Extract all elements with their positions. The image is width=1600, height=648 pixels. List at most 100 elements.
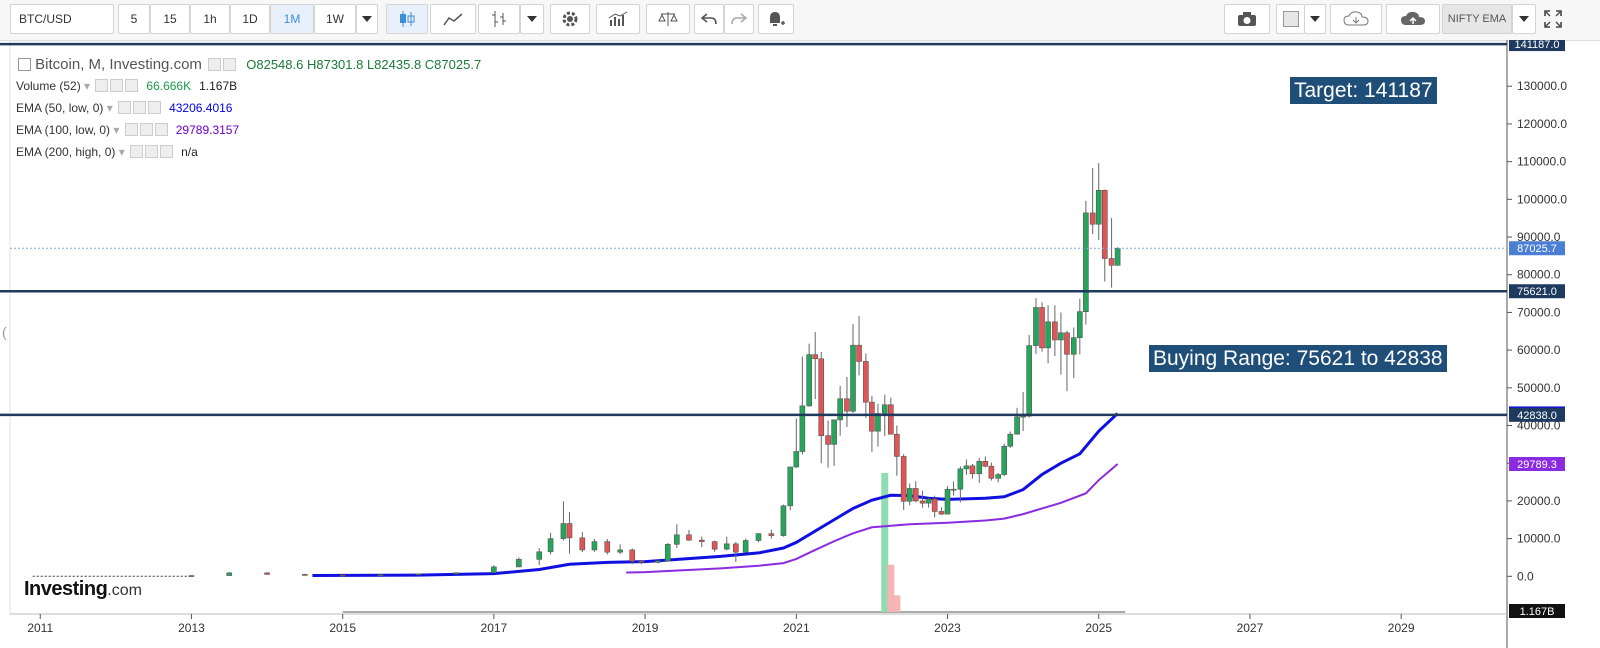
interval-dropdown[interactable]: [356, 4, 378, 34]
color-dropdown[interactable]: [1304, 4, 1326, 34]
close-icon[interactable]: [154, 123, 168, 136]
indicator-name[interactable]: EMA (50, low, 0): [16, 101, 103, 115]
candle-body[interactable]: [780, 505, 787, 536]
settings-button[interactable]: [550, 4, 590, 34]
line-chart-button[interactable]: [430, 4, 476, 34]
interval-button-1d[interactable]: 1D: [230, 4, 270, 34]
candlestick-button[interactable]: [386, 4, 428, 34]
candle-body[interactable]: [453, 572, 459, 575]
candle-body[interactable]: [957, 468, 964, 490]
candle-body[interactable]: [1058, 332, 1064, 341]
candle-body[interactable]: [1089, 212, 1096, 225]
candle-body[interactable]: [638, 560, 645, 563]
candle-body[interactable]: [377, 574, 384, 576]
candle-body[interactable]: [1108, 258, 1115, 266]
candle-body[interactable]: [566, 523, 573, 539]
candle-body[interactable]: [302, 574, 308, 576]
candle-body[interactable]: [1039, 307, 1045, 349]
color-picker-button[interactable]: [1276, 4, 1304, 34]
candle-body[interactable]: [698, 539, 705, 542]
candle-body[interactable]: [919, 500, 926, 504]
interval-button-1w[interactable]: 1W: [314, 4, 356, 34]
candle-body[interactable]: [591, 541, 598, 551]
indicator-name[interactable]: Volume (52): [16, 79, 81, 93]
candle-body[interactable]: [881, 404, 888, 414]
candle-body[interactable]: [963, 465, 970, 470]
candle-body[interactable]: [711, 541, 718, 550]
candle-body[interactable]: [655, 560, 661, 563]
candle-body[interactable]: [674, 534, 680, 545]
candle-body[interactable]: [264, 572, 270, 575]
candle-body[interactable]: [629, 549, 636, 562]
candle-body[interactable]: [906, 488, 913, 502]
candle-body[interactable]: [742, 540, 749, 553]
candle-body[interactable]: [863, 361, 869, 403]
gear-icon[interactable]: [145, 145, 159, 158]
symbol-input[interactable]: BTC/USD: [10, 4, 114, 34]
candle-body[interactable]: [686, 534, 692, 541]
interval-button-1h[interactable]: 1h: [190, 4, 230, 34]
candle-body[interactable]: [912, 488, 919, 502]
candle-body[interactable]: [1033, 307, 1039, 346]
eye-icon[interactable]: [118, 101, 132, 114]
candle-body[interactable]: [1114, 248, 1121, 266]
close-icon[interactable]: [148, 101, 162, 114]
price-chart[interactable]: 0.010000.020000.030000.040000.050000.060…: [0, 40, 1600, 648]
gear-icon[interactable]: [223, 58, 237, 71]
candle-body[interactable]: [1001, 445, 1008, 475]
candle-body[interactable]: [850, 344, 856, 412]
candle-body[interactable]: [415, 573, 422, 576]
candle-body[interactable]: [888, 404, 894, 435]
interval-button-1m[interactable]: 1M: [270, 4, 314, 34]
indicators-button[interactable]: [596, 4, 640, 34]
candle-body[interactable]: [812, 354, 819, 360]
candle-body[interactable]: [1014, 416, 1020, 435]
candle-body[interactable]: [793, 451, 800, 468]
candle-body[interactable]: [1045, 321, 1051, 349]
eye-icon[interactable]: [124, 123, 138, 136]
candle-body[interactable]: [1077, 311, 1083, 338]
candle-body[interactable]: [1026, 345, 1032, 417]
candle-body[interactable]: [1007, 433, 1014, 447]
candle-body[interactable]: [988, 465, 995, 479]
eye-icon[interactable]: [95, 79, 109, 92]
candle-body[interactable]: [1083, 212, 1089, 312]
candle-body[interactable]: [188, 575, 195, 577]
indicator-name[interactable]: EMA (200, high, 0): [16, 145, 115, 159]
candle-body[interactable]: [938, 511, 945, 515]
candle-body[interactable]: [547, 538, 554, 553]
candle-body[interactable]: [516, 559, 522, 568]
candle-body[interactable]: [1095, 189, 1102, 225]
candle-body[interactable]: [931, 498, 938, 512]
candle-body[interactable]: [536, 551, 543, 560]
chevron-down-icon[interactable]: ▾: [81, 79, 94, 93]
candle-body[interactable]: [825, 435, 831, 445]
chevron-down-icon[interactable]: ▾: [103, 101, 116, 115]
candle-body[interactable]: [950, 488, 957, 491]
gear-icon[interactable]: [133, 101, 147, 114]
candle-body[interactable]: [1064, 332, 1070, 355]
candle-body[interactable]: [560, 523, 567, 539]
collapse-handle[interactable]: (: [2, 324, 7, 340]
candle-body[interactable]: [491, 566, 497, 573]
template-dropdown[interactable]: [1512, 4, 1536, 34]
close-icon[interactable]: [125, 79, 139, 92]
candle-body[interactable]: [339, 574, 346, 577]
eye-icon[interactable]: [130, 145, 144, 158]
candle-body[interactable]: [806, 354, 812, 407]
candle-body[interactable]: [818, 358, 825, 436]
close-icon[interactable]: [160, 145, 174, 158]
candle-body[interactable]: [733, 543, 739, 553]
bar-chart-button[interactable]: [478, 4, 520, 34]
interval-button-15[interactable]: 15: [150, 4, 190, 34]
candle-body[interactable]: [856, 344, 862, 362]
candle-body[interactable]: [604, 541, 611, 553]
target-annotation[interactable]: Target: 141187: [1290, 77, 1437, 104]
eye-icon[interactable]: [208, 58, 222, 71]
candle-body[interactable]: [982, 461, 989, 467]
redo-button[interactable]: [724, 4, 754, 34]
chevron-down-icon[interactable]: ▾: [110, 123, 123, 137]
candle-body[interactable]: [579, 537, 586, 551]
candle-body[interactable]: [944, 488, 951, 515]
cloud-download-button[interactable]: [1330, 4, 1382, 34]
